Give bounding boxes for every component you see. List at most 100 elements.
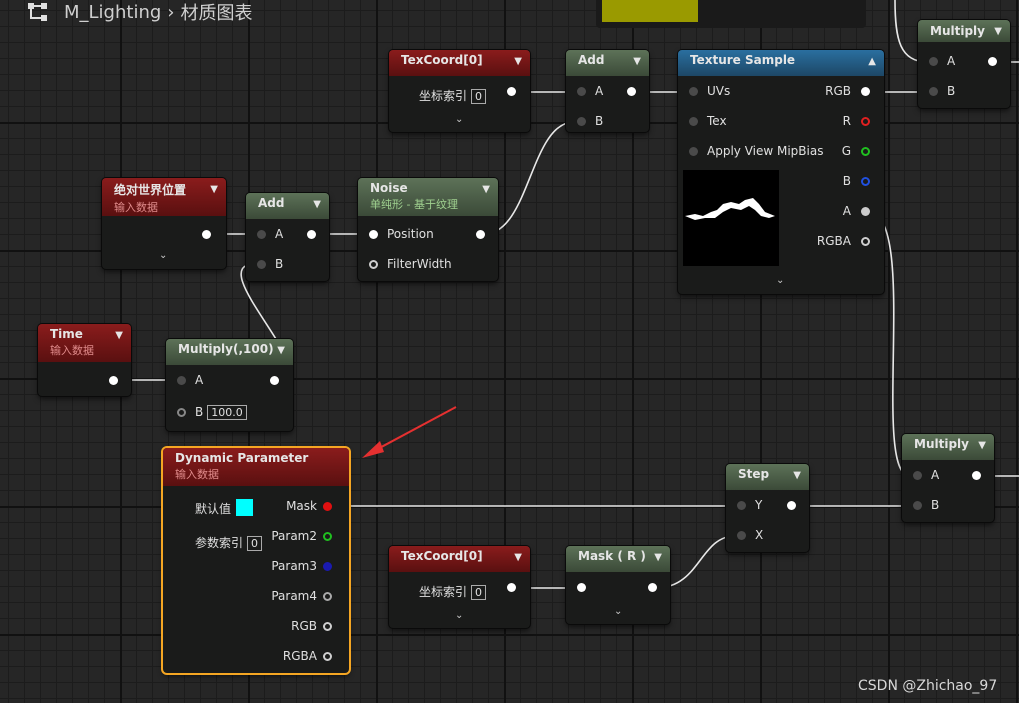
pin-label: A (842, 204, 851, 218)
expand-icon[interactable]: ⌄ (455, 610, 463, 621)
output-pin[interactable] (507, 87, 516, 96)
expand-icon[interactable]: ⌄ (455, 114, 463, 125)
watermark: CSDN @Zhichao_97 (858, 678, 998, 694)
output-pin[interactable] (988, 57, 997, 66)
output-pin-b[interactable] (861, 177, 870, 186)
expand-icon[interactable]: ⌄ (159, 250, 167, 261)
param-index-field[interactable]: 0 (247, 536, 263, 551)
input-pin-uvs[interactable] (689, 87, 698, 96)
chevron-down-icon[interactable]: ▼ (514, 56, 522, 67)
chevron-down-icon[interactable]: ▼ (514, 552, 522, 563)
output-pin[interactable] (109, 376, 118, 385)
node-noise[interactable]: Noise 单纯形 - 基于纹理 ▼ Position FilterWidth (358, 178, 498, 281)
input-pin-b[interactable] (177, 408, 186, 417)
node-mask-r[interactable]: Mask ( R ) ▼ ⌄ (566, 546, 670, 624)
node-dynamic-parameter[interactable]: Dynamic Parameter 输入数据 默认值 参数索引 0 Mask Par… (163, 448, 349, 673)
node-header[interactable]: TexCoord[0] ▼ (389, 50, 530, 76)
output-pin-rgb[interactable] (323, 622, 332, 631)
param-index-label: 参数索引 (195, 536, 244, 550)
node-time[interactable]: Time 输入数据 ▼ (38, 324, 131, 396)
node-texcoord-top[interactable]: TexCoord[0] ▼ 坐标索引 0 ⌄ (389, 50, 530, 132)
expand-icon[interactable]: ⌄ (776, 275, 784, 286)
node-texcoord-bottom[interactable]: TexCoord[0] ▼ 坐标索引 0 ⌄ (389, 546, 530, 628)
default-color-swatch[interactable] (236, 499, 253, 516)
input-pin-a[interactable] (257, 230, 266, 239)
output-pin[interactable] (648, 583, 657, 592)
node-add-mid[interactable]: Add ▼ A B (246, 193, 329, 281)
output-pin[interactable] (202, 230, 211, 239)
pin-label: R (842, 114, 851, 128)
input-pin-position[interactable] (369, 230, 378, 239)
input-pin-filterwidth[interactable] (369, 260, 378, 269)
output-pin-mask[interactable] (323, 502, 332, 511)
annotation-arrow-head (362, 441, 384, 458)
output-pin[interactable] (507, 583, 516, 592)
input-pin-b[interactable] (257, 260, 266, 269)
pin-label: Param2 (271, 529, 317, 543)
chevron-up-icon[interactable]: ▲ (868, 56, 876, 67)
chevron-down-icon[interactable]: ▼ (210, 184, 218, 195)
pin-label: A (275, 227, 284, 241)
node-multiply-100[interactable]: Multiply(,100) ▼ A B 100.0 (166, 339, 293, 431)
chevron-down-icon[interactable]: ▼ (633, 56, 641, 67)
output-pin[interactable] (307, 230, 316, 239)
node-add-top[interactable]: Add ▼ A B (566, 50, 649, 132)
pin-label: G (841, 144, 851, 158)
output-pin[interactable] (787, 501, 796, 510)
chevron-down-icon[interactable]: ▼ (115, 330, 123, 341)
output-pin-a[interactable] (861, 207, 870, 216)
b-value-field[interactable]: 100.0 (207, 405, 247, 420)
chevron-down-icon[interactable]: ▼ (313, 199, 321, 210)
input-pin-b[interactable] (913, 501, 922, 510)
input-pin-a[interactable] (929, 57, 938, 66)
output-pin-rgba[interactable] (861, 237, 870, 246)
chevron-right-icon: › (167, 1, 175, 23)
output-pin-param3[interactable] (323, 562, 332, 571)
output-pin-param4[interactable] (323, 592, 332, 601)
input-pin-a[interactable] (177, 376, 186, 385)
node-step[interactable]: Step ▼ Y X (726, 464, 809, 552)
pin-label: RGBA (816, 234, 851, 248)
output-pin-rgba[interactable] (323, 652, 332, 661)
default-value-label: 默认值 (195, 502, 232, 516)
output-pin-r[interactable] (861, 117, 870, 126)
input-pin-b[interactable] (929, 87, 938, 96)
input-pin-a[interactable] (577, 87, 586, 96)
node-multiply-top[interactable]: Multiply ▼ A B (918, 20, 1010, 108)
chevron-down-icon[interactable]: ▼ (793, 470, 801, 481)
input-pin-b[interactable] (577, 117, 586, 126)
output-pin[interactable] (476, 230, 485, 239)
input-pin-a[interactable] (913, 471, 922, 480)
expand-icon[interactable]: ⌄ (614, 606, 622, 617)
node-texture-sample[interactable]: Texture Sample ▲ UVs Tex Apply View MipBi… (678, 50, 884, 294)
asset-name[interactable]: M_Lighting (64, 2, 161, 23)
chevron-down-icon[interactable]: ▼ (654, 552, 662, 563)
node-multiply-bottom[interactable]: Multiply ▼ A B (902, 434, 994, 522)
chevron-down-icon[interactable]: ▼ (277, 345, 285, 356)
coordinate-index-field[interactable]: 0 (471, 89, 487, 104)
output-pin[interactable] (627, 87, 636, 96)
param-label: 坐标索引 (419, 89, 468, 103)
pin-label: Y (755, 498, 763, 512)
pin-label: A (947, 54, 956, 68)
input-pin-y[interactable] (737, 501, 746, 510)
output-pin-rgb[interactable] (861, 87, 870, 96)
output-pin-param2[interactable] (323, 532, 332, 541)
coordinate-index-field[interactable]: 0 (471, 585, 487, 600)
param-label: 坐标索引 (419, 585, 468, 599)
chevron-down-icon[interactable]: ▼ (482, 184, 490, 195)
output-pin[interactable] (972, 471, 981, 480)
pin-label: Tex (707, 114, 727, 128)
input-pin-tex[interactable] (689, 117, 698, 126)
input-pin-mipbias[interactable] (689, 147, 698, 156)
node-absolute-world-position[interactable]: 绝对世界位置 输入数据 ▼ ⌄ (102, 178, 226, 269)
pin-label: Param4 (271, 589, 317, 603)
input-pin[interactable] (577, 583, 586, 592)
chevron-down-icon[interactable]: ▼ (994, 26, 1002, 37)
output-pin[interactable] (270, 376, 279, 385)
chevron-down-icon[interactable]: ▼ (978, 440, 986, 451)
preview-swatch (596, 0, 866, 28)
output-pin-g[interactable] (861, 147, 870, 156)
input-pin-x[interactable] (737, 531, 746, 540)
pin-label: Param3 (271, 559, 317, 573)
